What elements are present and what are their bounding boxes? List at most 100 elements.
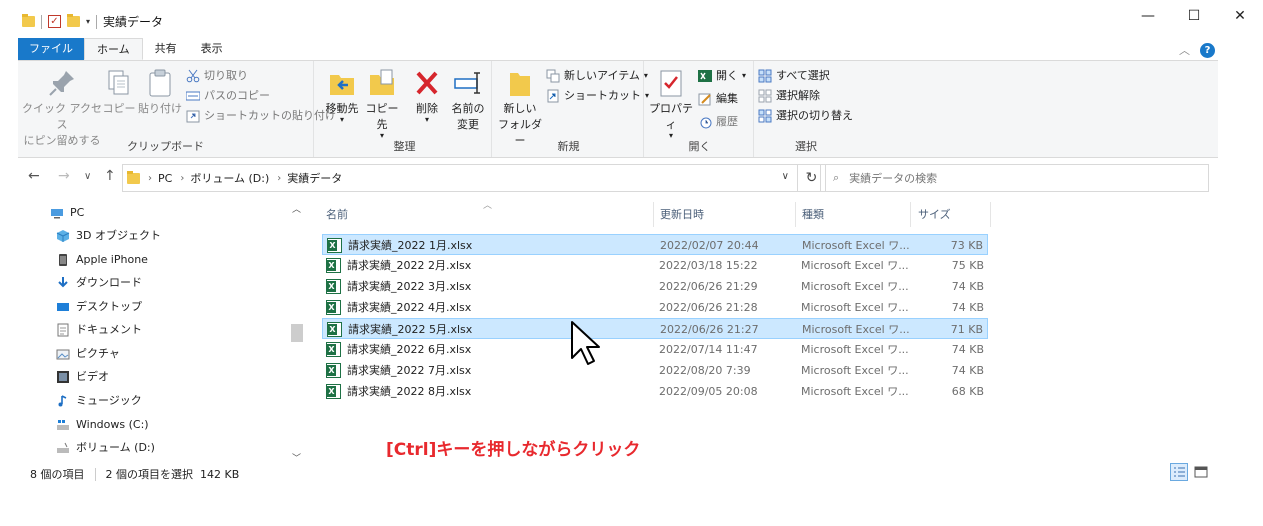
help-icon[interactable]: ? — [1200, 42, 1215, 58]
pin-quick-access-button[interactable]: クイック アクセス にピン留めする — [22, 67, 102, 149]
new-item-button[interactable]: 新しいアイテム ▾ — [546, 66, 648, 86]
file-row[interactable]: 請求実績_2022 1月.xlsx 2022/02/07 20:44 Micro… — [322, 234, 988, 255]
select-none-button[interactable]: 選択解除 — [758, 86, 820, 106]
column-header-date[interactable]: 更新日時 — [660, 202, 796, 227]
tab-view[interactable]: 表示 — [189, 38, 235, 60]
customize-toolbar-dropdown[interactable]: ▾ — [86, 17, 90, 26]
nav-item-volume-d[interactable]: ボリューム (D:) — [56, 437, 155, 459]
properties-label: プロパティ — [649, 102, 693, 131]
minimize-button[interactable]: — — [1125, 8, 1171, 24]
rename-button[interactable]: 名前の 変更 — [448, 67, 488, 133]
paste-button[interactable]: 貼り付け — [138, 67, 182, 117]
copy-to-button[interactable]: コピー先 ▾ — [362, 67, 402, 140]
copy-button[interactable]: コピー — [102, 67, 136, 117]
nav-item-downloads[interactable]: ダウンロード — [56, 272, 142, 294]
open-button[interactable]: 開く ▾ — [698, 66, 746, 86]
file-size: 75 KB — [951, 259, 984, 272]
history-button[interactable]: 履歴 — [698, 112, 738, 132]
tab-share[interactable]: 共有 — [143, 38, 189, 60]
delete-dropdown-icon: ▾ — [424, 115, 429, 124]
file-name: 請求実績_2022 6月.xlsx — [347, 343, 472, 356]
scrollbar-thumb[interactable] — [291, 324, 303, 342]
select-all-button[interactable]: すべて選択 — [758, 66, 830, 86]
forward-arrow-icon[interactable]: → — [58, 168, 70, 184]
invert-selection-button[interactable]: 選択の切り替え — [758, 106, 853, 126]
breadcrumb-pc[interactable]: PC — [158, 172, 172, 185]
column-header-name[interactable]: 名前 — [326, 202, 652, 227]
up-arrow-icon[interactable]: ↑ — [104, 168, 116, 184]
column-divider[interactable] — [910, 202, 911, 227]
cut-button[interactable]: 切り取り — [186, 66, 248, 86]
address-bar[interactable]: › PC › ボリューム (D:) › 実績データ ∨ — [122, 164, 798, 192]
file-date: 2022/07/14 11:47 — [659, 343, 758, 356]
column-divider[interactable] — [795, 202, 796, 227]
instruction-caption: [Ctrl]キーを押しながらクリック — [386, 440, 641, 460]
file-row[interactable]: 請求実績_2022 2月.xlsx 2022/03/18 15:22 Micro… — [322, 255, 988, 276]
file-row[interactable]: 請求実績_2022 5月.xlsx 2022/06/26 21:27 Micro… — [322, 318, 988, 339]
open-label: 開く — [716, 69, 738, 82]
nav-item-desktop[interactable]: デスクトップ — [56, 296, 142, 318]
ribbon-help-area: ︿ ? — [1179, 42, 1215, 58]
edit-button[interactable]: 編集 — [698, 89, 738, 109]
scroll-up-icon[interactable]: ︿ — [292, 202, 301, 215]
column-divider[interactable] — [653, 202, 654, 227]
maximize-button[interactable]: ☐ — [1171, 8, 1217, 24]
breadcrumb-current-folder[interactable]: 実績データ — [287, 170, 342, 186]
divider — [94, 467, 96, 481]
scroll-down-icon[interactable]: ﹀ — [292, 451, 301, 464]
excel-file-icon — [326, 279, 341, 294]
nav-item-videos[interactable]: ビデオ — [56, 366, 109, 388]
breadcrumb-volume-d[interactable]: ボリューム (D:) — [190, 170, 269, 186]
select-none-label: 選択解除 — [776, 89, 820, 102]
chevron-right-icon[interactable]: › — [277, 173, 281, 184]
tab-file[interactable]: ファイル — [18, 38, 84, 60]
file-date: 2022/06/26 21:27 — [660, 323, 759, 336]
paste-label: 貼り付け — [138, 102, 182, 115]
file-name: 請求実績_2022 4月.xlsx — [347, 301, 472, 314]
column-divider[interactable] — [990, 202, 991, 227]
recent-locations-chevron-icon[interactable]: ∨ — [84, 171, 91, 182]
nav-item-pictures[interactable]: ピクチャ — [56, 343, 120, 365]
file-row[interactable]: 請求実績_2022 6月.xlsx 2022/07/14 11:47 Micro… — [322, 339, 988, 360]
properties-quick-icon[interactable]: ✓ — [48, 15, 61, 28]
download-icon — [56, 276, 70, 290]
nav-item-label: デスクトップ — [76, 300, 142, 313]
tab-home[interactable]: ホーム — [84, 38, 143, 60]
file-size: 71 KB — [950, 323, 983, 336]
new-folder-quick-icon[interactable] — [67, 14, 80, 27]
file-row[interactable]: 請求実績_2022 3月.xlsx 2022/06/26 21:29 Micro… — [322, 276, 988, 297]
search-box[interactable]: ⌕ — [820, 164, 1209, 192]
nav-item-music[interactable]: ミュージック — [56, 390, 142, 412]
copy-path-button[interactable]: パスのコピー — [185, 86, 270, 106]
shortcut-button[interactable]: ショートカット ▾ — [546, 86, 649, 106]
nav-item-apple-iphone[interactable]: Apple iPhone — [56, 249, 148, 271]
close-button[interactable]: ✕ — [1217, 8, 1263, 24]
file-row[interactable]: 請求実績_2022 7月.xlsx 2022/08/20 7:39 Micros… — [322, 360, 988, 381]
delete-button[interactable]: 削除 ▾ — [410, 67, 444, 124]
new-folder-button[interactable]: 新しい フォルダー — [496, 67, 544, 149]
column-header-type[interactable]: 種類 — [802, 202, 910, 227]
paste-shortcut-button[interactable]: ショートカットの貼り付け — [186, 106, 336, 126]
nav-item-3d-objects[interactable]: 3D オブジェクト — [56, 225, 161, 247]
back-arrow-icon[interactable]: ← — [28, 168, 40, 184]
file-row[interactable]: 請求実績_2022 4月.xlsx 2022/06/26 21:28 Micro… — [322, 297, 988, 318]
properties-button[interactable]: プロパティ ▾ — [648, 67, 694, 140]
collapse-ribbon-button[interactable]: ︿ — [1179, 42, 1190, 58]
column-header-size[interactable]: サイズ — [918, 202, 988, 227]
large-icons-view-icon[interactable] — [1192, 463, 1210, 481]
nav-item-pc[interactable]: PC — [50, 202, 84, 224]
open-dropdown-icon: ▾ — [742, 71, 747, 80]
chevron-right-icon[interactable]: › — [148, 173, 152, 184]
select-all-label: すべて選択 — [776, 69, 830, 82]
chevron-right-icon[interactable]: › — [180, 173, 184, 184]
search-input[interactable] — [849, 171, 1170, 185]
file-row[interactable]: 請求実績_2022 8月.xlsx 2022/09/05 20:08 Micro… — [322, 381, 988, 402]
file-name: 請求実績_2022 8月.xlsx — [347, 385, 472, 398]
details-view-icon[interactable] — [1170, 463, 1188, 481]
nav-pane-scrollbar[interactable]: ︿ ﹀ — [290, 202, 304, 464]
nav-item-windows-c[interactable]: Windows (C:) — [56, 414, 149, 436]
address-dropdown-icon[interactable]: ∨ — [782, 171, 789, 182]
move-to-button[interactable]: 移動先 ▾ — [322, 67, 362, 124]
selection-info: 2 個の項目を選択 142 KB — [105, 468, 240, 481]
nav-item-documents[interactable]: ドキュメント — [56, 319, 142, 341]
